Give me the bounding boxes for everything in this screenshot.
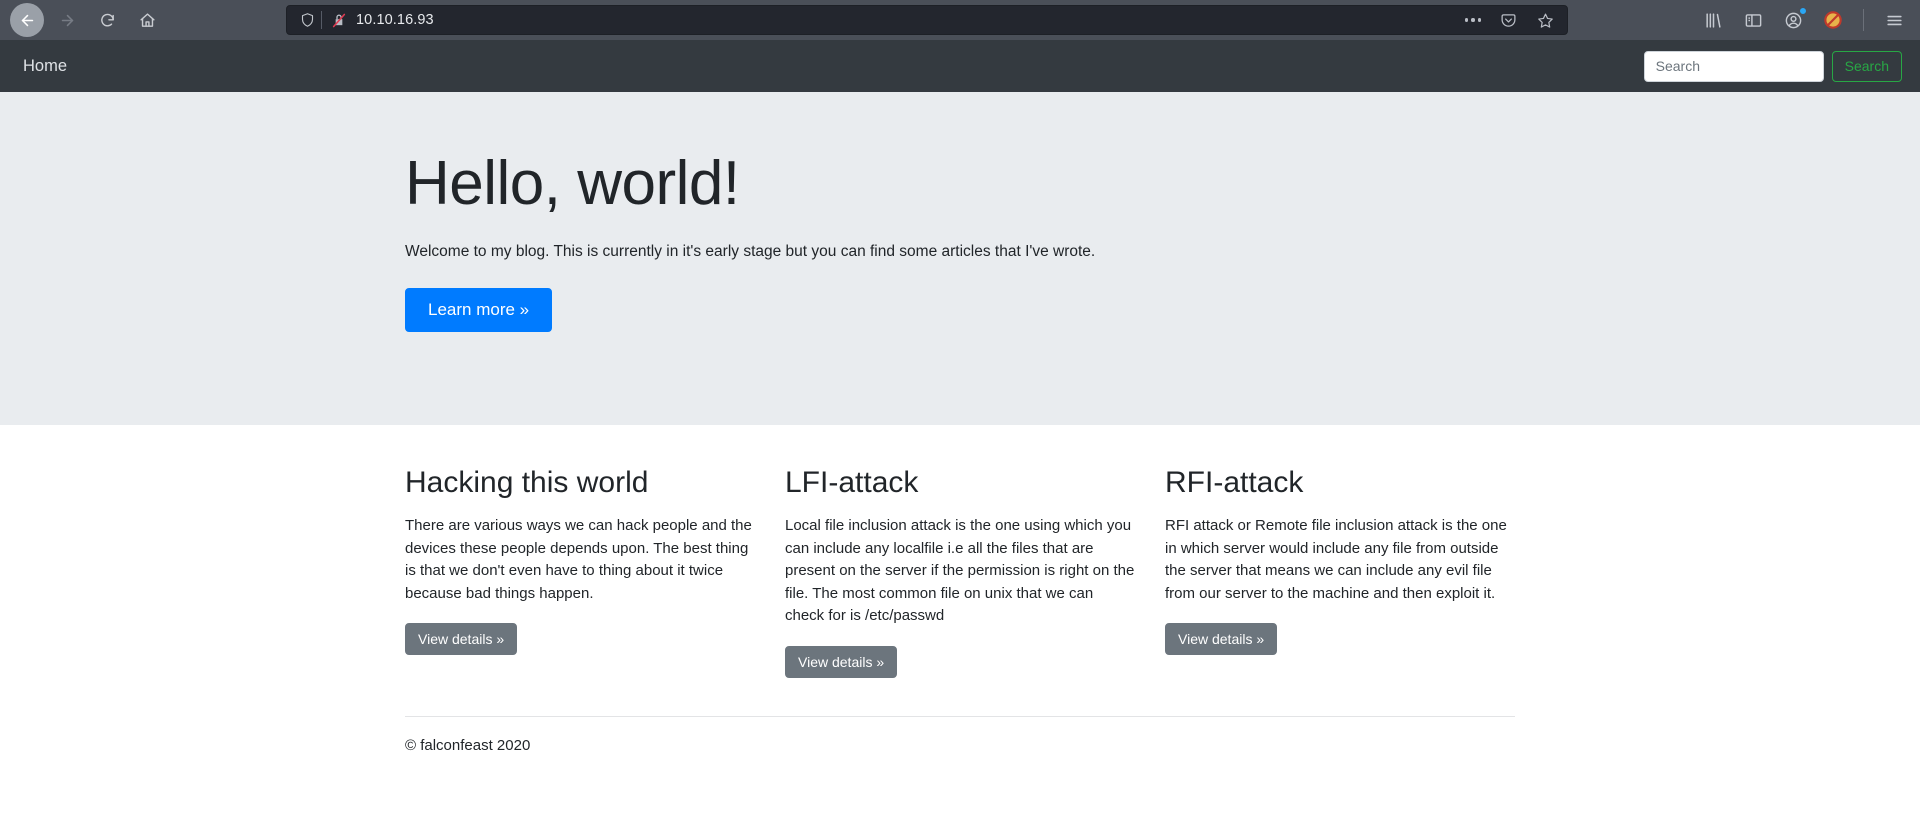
shield-icon[interactable] [295,8,319,32]
noscript-blocked-icon[interactable] [1821,8,1845,32]
back-button[interactable] [10,3,44,37]
jumbotron-container: Hello, world! Welcome to my blog. This i… [390,149,1530,333]
urlbar-divider [321,11,322,29]
nav-link-home[interactable]: Home [18,57,67,76]
urlbar-container: 10.10.16.93 [164,5,1683,35]
navbar-search-form: Search [1643,50,1902,82]
account-notification-badge [1799,7,1807,15]
forward-button[interactable] [50,3,84,37]
library-icon[interactable] [1701,8,1725,32]
search-button[interactable]: Search [1831,50,1902,82]
learn-more-button[interactable]: Learn more » [405,288,553,333]
hamburger-menu-icon[interactable] [1882,8,1906,32]
footer-divider [405,715,1515,717]
jumbotron: Hello, world! Welcome to my blog. This i… [0,92,1920,425]
page-title: Hello, world! [405,149,740,218]
jumbotron-lead: Welcome to my blog. This is currently in… [405,243,1096,261]
home-button[interactable] [130,3,164,37]
card-text: RFI attack or Remote file inclusion atta… [1165,517,1507,602]
view-details-button[interactable]: View details » [405,623,518,655]
star-icon[interactable] [1533,8,1557,32]
article-card-lfi-attack: LFI-attack Local file inclusion attack i… [770,465,1150,678]
ellipsis-icon[interactable] [1463,18,1484,22]
articles-container: Hacking this world There are various way… [390,465,1530,754]
url-text: 10.10.16.93 [356,12,434,28]
toolbar-separator [1863,9,1864,31]
search-input[interactable] [1643,50,1824,82]
card-title: LFI-attack [785,466,919,499]
sidebar-icon[interactable] [1741,8,1765,32]
card-text: There are various ways we can hack peopl… [405,517,752,602]
urlbar-right-icons [1463,8,1560,32]
pocket-icon[interactable] [1496,8,1520,32]
site-footer: © falconfeast 2020 [405,715,1515,754]
toolbar-right-icons [1683,7,1910,32]
view-details-button[interactable]: View details » [1165,623,1278,655]
site-navbar: Home Search [0,40,1920,92]
view-details-button[interactable]: View details » [785,645,898,678]
card-title: RFI-attack [1165,466,1304,499]
browser-toolbar: 10.10.16.93 [0,0,1920,40]
footer-copyright: © falconfeast 2020 [405,736,531,754]
account-icon[interactable] [1781,7,1807,32]
broken-lock-icon[interactable] [328,9,350,31]
articles-section: Hacking this world There are various way… [0,425,1920,754]
article-card-rfi-attack: RFI-attack RFI attack or Remote file inc… [1150,465,1530,678]
card-title: Hacking this world [405,466,649,499]
card-text: Local file inclusion attack is the one u… [785,517,1135,624]
address-bar[interactable]: 10.10.16.93 [286,5,1568,35]
reload-button[interactable] [90,3,124,37]
article-card-hacking-this-world: Hacking this world There are various way… [390,465,770,678]
articles-row: Hacking this world There are various way… [390,465,1530,678]
navigation-buttons [10,3,164,37]
